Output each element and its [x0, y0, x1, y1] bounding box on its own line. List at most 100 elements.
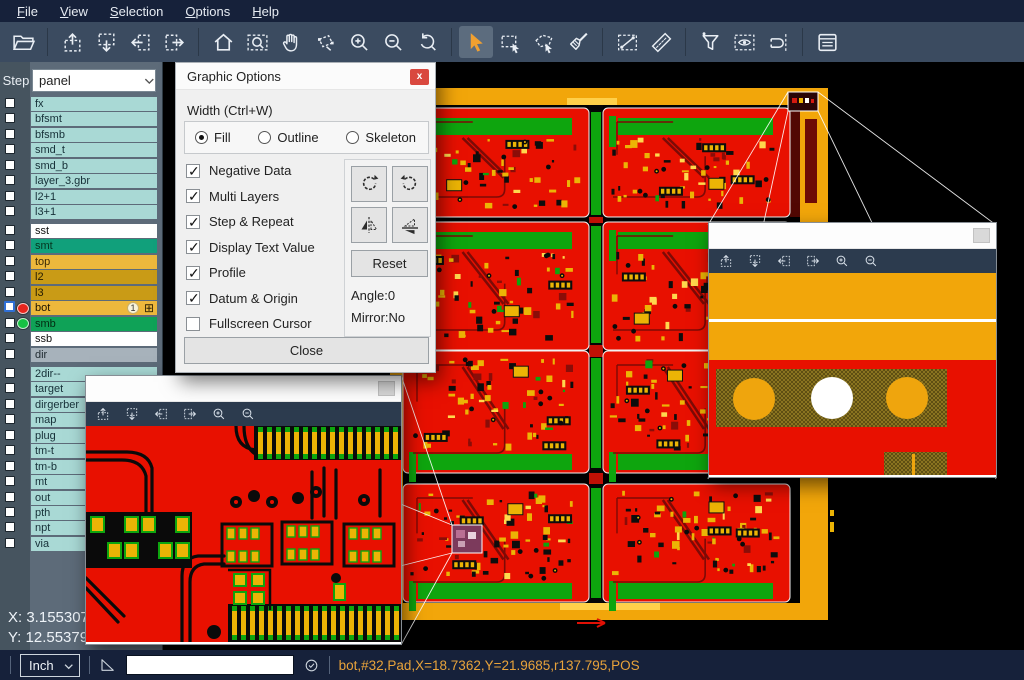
- radio-icon[interactable]: [346, 131, 359, 144]
- ruler-button[interactable]: [644, 26, 678, 58]
- menu-item[interactable]: Help: [241, 2, 290, 21]
- checkbox-icon[interactable]: [186, 164, 200, 178]
- display-option[interactable]: Display Text Value: [186, 240, 315, 255]
- layer-visibility-checkbox[interactable]: [5, 271, 15, 281]
- pan-up-button[interactable]: [55, 26, 89, 58]
- layer-row[interactable]: smt: [0, 239, 163, 254]
- magnifier-source-box-bottom[interactable]: [452, 525, 482, 553]
- pan-down-icon[interactable]: [747, 253, 763, 269]
- pan-right-icon[interactable]: [805, 253, 821, 269]
- layer-visibility-checkbox[interactable]: [5, 333, 15, 343]
- command-input[interactable]: [126, 655, 294, 675]
- pan-left-icon[interactable]: [153, 406, 169, 422]
- width-mode-option[interactable]: Fill: [195, 130, 231, 145]
- layer-row[interactable]: dir: [0, 348, 163, 363]
- layer-visibility-checkbox[interactable]: [5, 240, 15, 250]
- step-select[interactable]: panel: [32, 69, 156, 92]
- layer-visibility-checkbox[interactable]: [5, 318, 15, 328]
- layer-visibility-checkbox[interactable]: [4, 301, 15, 312]
- pan-right-button[interactable]: [157, 26, 191, 58]
- magnifier-source-box-topright[interactable]: [788, 92, 818, 111]
- layer-row[interactable]: l2+1: [0, 190, 163, 205]
- pan-left-icon[interactable]: [776, 253, 792, 269]
- home-view-button[interactable]: [206, 26, 240, 58]
- menu-item[interactable]: File: [6, 2, 49, 21]
- unit-select[interactable]: Inch: [20, 654, 80, 677]
- layer-label[interactable]: layer_3.gbr: [31, 174, 157, 188]
- close-button[interactable]: Close: [184, 337, 429, 364]
- select-cursor-button[interactable]: [459, 26, 493, 58]
- layer-label[interactable]: l3+1: [31, 205, 157, 219]
- layer-visibility-checkbox[interactable]: [5, 287, 15, 297]
- layer-visibility-checkbox[interactable]: [5, 225, 15, 235]
- zoom-window-button[interactable]: [240, 26, 274, 58]
- checkbox-icon[interactable]: [186, 266, 200, 280]
- snap-corner-icon[interactable]: [99, 656, 117, 674]
- zoom-out-button[interactable]: [376, 26, 410, 58]
- reset-button[interactable]: Reset: [351, 250, 428, 277]
- layer-label[interactable]: l2+1: [31, 190, 157, 204]
- layer-visibility-checkbox[interactable]: [5, 98, 15, 108]
- mirror-vertical-button[interactable]: [392, 207, 428, 243]
- zoom-in-button[interactable]: [342, 26, 376, 58]
- menu-item[interactable]: Options: [174, 2, 241, 21]
- menu-item[interactable]: View: [49, 2, 99, 21]
- layer-visibility-checkbox[interactable]: [5, 129, 15, 139]
- checkbox-icon[interactable]: [186, 215, 200, 229]
- layer-label[interactable]: ssb: [31, 332, 157, 346]
- checkbox-icon[interactable]: [186, 291, 200, 305]
- radio-icon[interactable]: [258, 131, 271, 144]
- display-option[interactable]: Step & Repeat: [186, 214, 315, 229]
- layer-visibility-checkbox[interactable]: [5, 206, 15, 216]
- display-option[interactable]: Negative Data: [186, 163, 315, 178]
- layer-label[interactable]: sst: [31, 224, 157, 238]
- layer-visibility-checkbox[interactable]: [5, 476, 15, 486]
- layer-visibility-checkbox[interactable]: [5, 492, 15, 502]
- pan-left-button[interactable]: [123, 26, 157, 58]
- layer-row[interactable]: bfsmb: [0, 128, 163, 143]
- rect-select-button[interactable]: [493, 26, 527, 58]
- width-mode-option[interactable]: Skeleton: [346, 130, 416, 145]
- layer-visibility-checkbox[interactable]: [5, 461, 15, 471]
- clean-brush-button[interactable]: [561, 26, 595, 58]
- zoom-previous-button[interactable]: [410, 26, 444, 58]
- magnifier-window-right[interactable]: [708, 222, 997, 478]
- pan-down-icon[interactable]: [124, 406, 140, 422]
- layers-panel-button[interactable]: [810, 26, 844, 58]
- checkbox-icon[interactable]: [186, 240, 200, 254]
- pan-right-icon[interactable]: [182, 406, 198, 422]
- layer-row[interactable]: ssb: [0, 332, 163, 347]
- layer-label[interactable]: smd_t: [31, 143, 157, 157]
- layer-label[interactable]: bfsmb: [31, 128, 157, 142]
- layer-visibility-checkbox[interactable]: [5, 191, 15, 201]
- rotate-cw-button[interactable]: [351, 166, 387, 202]
- zoom-in-icon[interactable]: [834, 253, 850, 269]
- layer-row[interactable]: smd_b: [0, 159, 163, 174]
- zoom-out-icon[interactable]: [863, 253, 879, 269]
- layer-row[interactable]: top: [0, 255, 163, 270]
- snap-magnet-button[interactable]: [761, 26, 795, 58]
- layer-visibility-checkbox[interactable]: [5, 160, 15, 170]
- layer-row[interactable]: l2: [0, 270, 163, 285]
- checkbox-icon[interactable]: [186, 317, 200, 331]
- radio-icon[interactable]: [195, 131, 208, 144]
- pan-up-icon[interactable]: [95, 406, 111, 422]
- layer-row[interactable]: layer_3.gbr: [0, 174, 163, 189]
- zoom-in-icon[interactable]: [211, 406, 227, 422]
- layer-label[interactable]: bfsmt: [31, 112, 157, 126]
- layer-label[interactable]: l2: [31, 270, 157, 284]
- display-option[interactable]: Profile: [186, 265, 315, 280]
- graphic-options-dialog[interactable]: Graphic Options x Width (Ctrl+W) Fill Ou…: [175, 62, 436, 373]
- layer-row[interactable]: smb: [0, 317, 163, 332]
- magnifier-window-left[interactable]: [85, 375, 402, 645]
- layer-visibility-checkbox[interactable]: [5, 538, 15, 548]
- measure-line-button[interactable]: [610, 26, 644, 58]
- magnifier-titlebar[interactable]: [86, 376, 401, 402]
- layer-visibility-checkbox[interactable]: [5, 144, 15, 154]
- zoom-out-icon[interactable]: [240, 406, 256, 422]
- layer-visibility-checkbox[interactable]: [5, 256, 15, 266]
- layer-visibility-checkbox[interactable]: [5, 445, 15, 455]
- polygon-select-button[interactable]: [527, 26, 561, 58]
- layer-visibility-checkbox[interactable]: [5, 399, 15, 409]
- mirror-horizontal-button[interactable]: [351, 207, 387, 243]
